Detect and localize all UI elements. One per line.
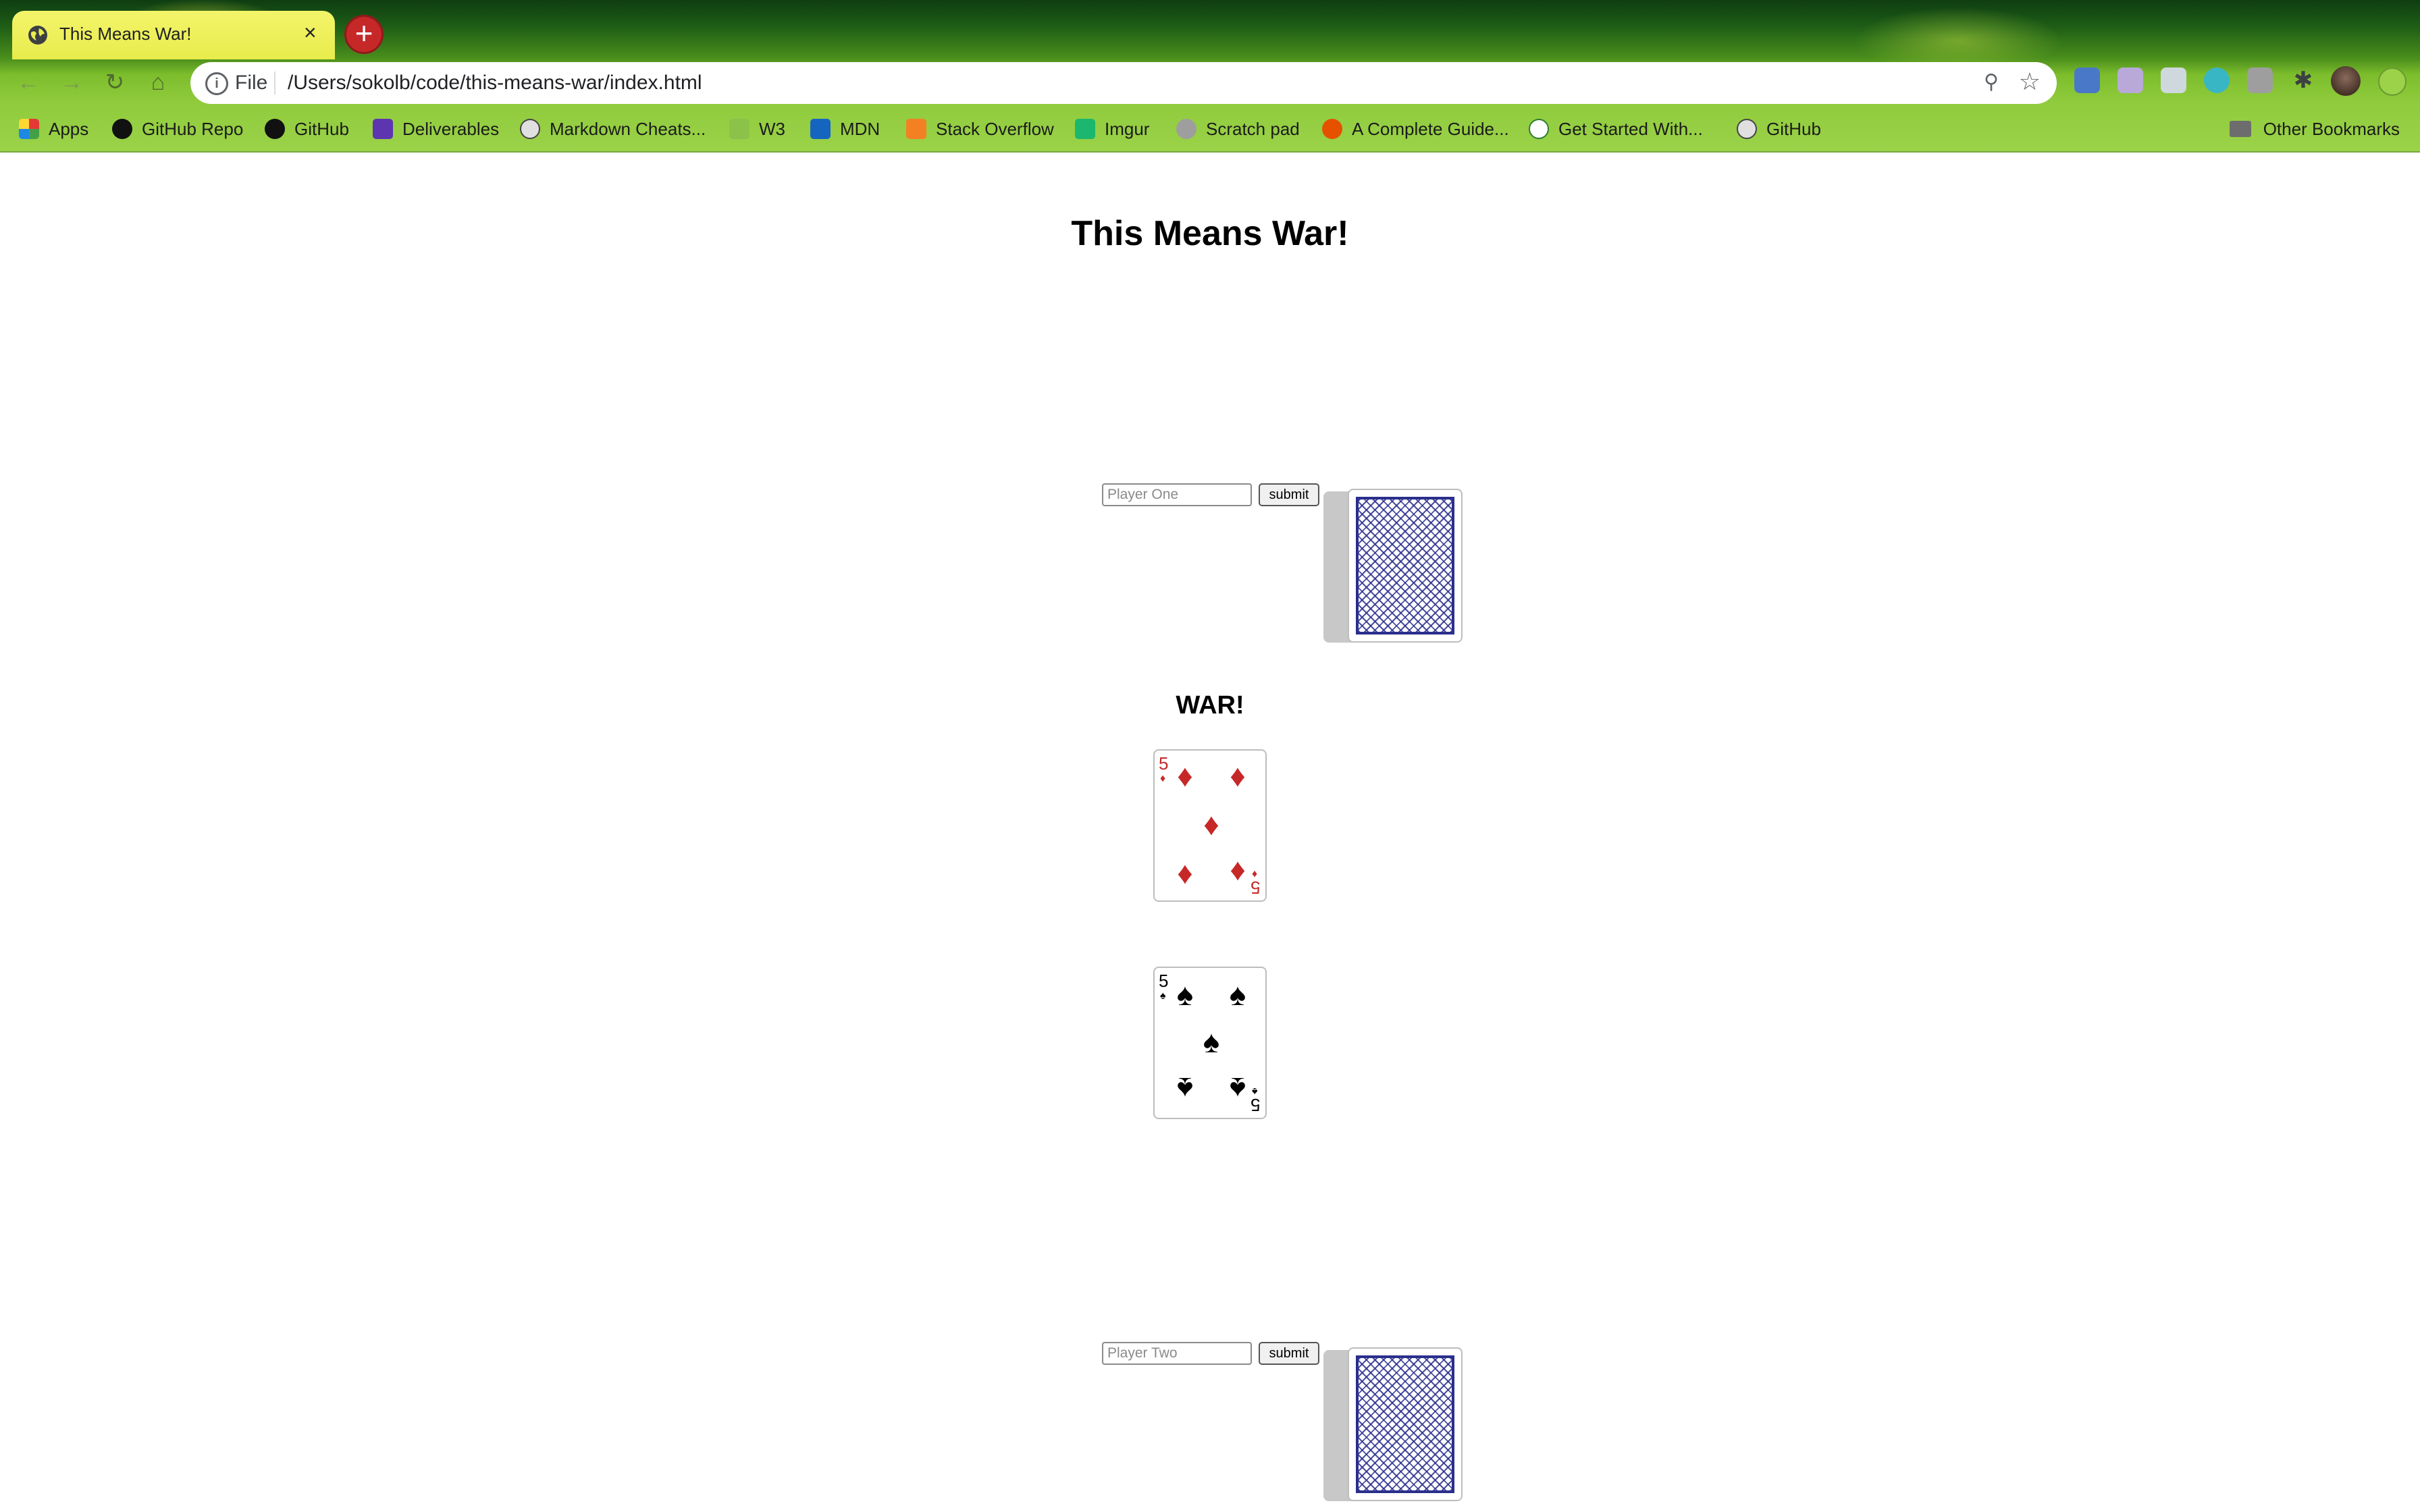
reload-icon[interactable]: ↻ <box>100 68 130 97</box>
extension-icon[interactable] <box>2161 68 2186 93</box>
list-icon <box>373 119 393 139</box>
player-one-deck[interactable] <box>1323 489 1463 643</box>
player-two-submit-button[interactable]: submit <box>1259 1342 1319 1365</box>
scheme-label: File <box>235 72 268 94</box>
diamond-icon: ♦ <box>1177 855 1193 890</box>
apps-grid-icon <box>19 119 39 139</box>
page-content: This Means War! submit WAR! 5 ♦ ♦ ♦ ♦ ♦ … <box>0 151 2420 1512</box>
bookmark-get-started[interactable]: Get Started With... <box>1529 112 1703 146</box>
info-icon[interactable]: i <box>205 72 228 95</box>
bookmark-w3[interactable]: W3 <box>729 112 785 146</box>
address-separator <box>274 72 275 94</box>
played-card-player-two: 5 ♠ ♠ ♠ ♠ ♠ ♠ ♠ 5 <box>1153 967 1267 1119</box>
home-icon[interactable]: ⌂ <box>143 68 173 97</box>
bookmark-deliverables[interactable]: Deliverables <box>373 112 499 146</box>
card-back-pattern <box>1356 497 1454 634</box>
extension-icon[interactable] <box>2247 68 2273 93</box>
close-tab-icon[interactable]: × <box>304 20 317 45</box>
bookmark-github[interactable]: GitHub <box>265 112 349 146</box>
code-icon <box>1529 119 1549 139</box>
card-rank: 5 <box>1251 878 1261 898</box>
bookmark-scratch-pad[interactable]: Scratch pad <box>1176 112 1300 146</box>
player-two-input[interactable] <box>1102 1342 1252 1365</box>
url-text[interactable]: /Users/sokolb/code/this-means-war/index.… <box>288 72 702 94</box>
update-icon[interactable] <box>2378 68 2406 96</box>
card-back-pattern <box>1356 1355 1454 1493</box>
browser-tab[interactable]: This Means War! × <box>12 11 335 59</box>
bookmark-stack-overflow[interactable]: Stack Overflow <box>906 112 1054 146</box>
diamond-icon: ♦ <box>1230 758 1246 793</box>
bookmark-markdown-cheatsheet[interactable]: Markdown Cheats... <box>520 112 706 146</box>
folder-icon <box>2229 121 2251 137</box>
bookmark-imgur[interactable]: Imgur <box>1075 112 1149 146</box>
stack-overflow-icon <box>906 119 926 139</box>
bookmark-star-icon[interactable]: ☆ <box>2019 68 2041 96</box>
spade-icon: ♠ <box>1229 977 1246 1012</box>
github-icon <box>1737 119 1757 139</box>
browser-chrome: This Means War! × + ← → ↻ ⌂ i File /User… <box>0 0 2420 153</box>
other-bookmarks[interactable]: Other Bookmarks <box>2229 112 2400 146</box>
github-icon <box>520 119 540 139</box>
card-rank: 5 <box>1159 971 1169 991</box>
player-two-deck[interactable] <box>1323 1347 1463 1501</box>
spade-icon: ♠ <box>1229 1071 1246 1106</box>
css-tricks-icon <box>1322 119 1342 139</box>
bookmark-mdn[interactable]: MDN <box>810 112 880 146</box>
bookmarks-bar: Apps GitHub Repo GitHub Deliverables Mar… <box>0 112 2420 146</box>
translate-extension-icon[interactable] <box>2074 68 2100 93</box>
forward-arrow-icon[interactable]: → <box>57 68 86 97</box>
github-icon <box>112 119 132 139</box>
diamond-icon: ♦ <box>1230 855 1246 890</box>
card-back <box>1348 489 1463 643</box>
new-tab-button[interactable]: + <box>344 15 384 54</box>
sync-extension-icon[interactable] <box>2204 68 2230 93</box>
war-heading: WAR! <box>1176 691 1244 720</box>
player-one-input[interactable] <box>1102 483 1252 506</box>
extension-icon[interactable] <box>2118 68 2143 93</box>
card-rank: 5 <box>1159 753 1169 774</box>
spade-icon: ♠ <box>1203 1024 1220 1059</box>
page-title: This Means War! <box>1071 214 1349 253</box>
github-icon <box>265 119 285 139</box>
zoom-icon[interactable]: ⚲ <box>1984 70 1999 94</box>
imgur-icon <box>1075 119 1095 139</box>
spade-icon: ♠ <box>1176 977 1194 1012</box>
back-arrow-icon[interactable]: ← <box>14 68 43 97</box>
bookmark-github-repo[interactable]: GitHub Repo <box>112 112 243 146</box>
bookmark-complete-guide[interactable]: A Complete Guide... <box>1322 112 1509 146</box>
w3-icon <box>729 119 749 139</box>
address-bar[interactable]: i File /Users/sokolb/code/this-means-war… <box>190 62 2057 104</box>
puzzle-extensions-icon[interactable]: ✱ <box>2290 68 2316 93</box>
card-rank: 5 <box>1251 1095 1261 1115</box>
bookmark-apps[interactable]: Apps <box>19 112 88 146</box>
played-card-player-one: 5 ♦ ♦ ♦ ♦ ♦ ♦ ♦ 5 <box>1153 749 1267 902</box>
scratch-pad-icon <box>1176 119 1196 139</box>
globe-icon <box>28 26 47 45</box>
tab-title: This Means War! <box>59 24 192 44</box>
bookmark-github-2[interactable]: GitHub <box>1737 112 1821 146</box>
diamond-icon: ♦ <box>1160 773 1166 784</box>
profile-avatar[interactable] <box>2331 66 2361 96</box>
mdn-icon <box>810 119 831 139</box>
card-back <box>1348 1347 1463 1501</box>
spade-icon: ♠ <box>1160 990 1166 1002</box>
diamond-icon: ♦ <box>1203 807 1219 842</box>
diamond-icon: ♦ <box>1177 758 1193 793</box>
player-one-submit-button[interactable]: submit <box>1259 483 1319 506</box>
spade-icon: ♠ <box>1176 1071 1194 1106</box>
